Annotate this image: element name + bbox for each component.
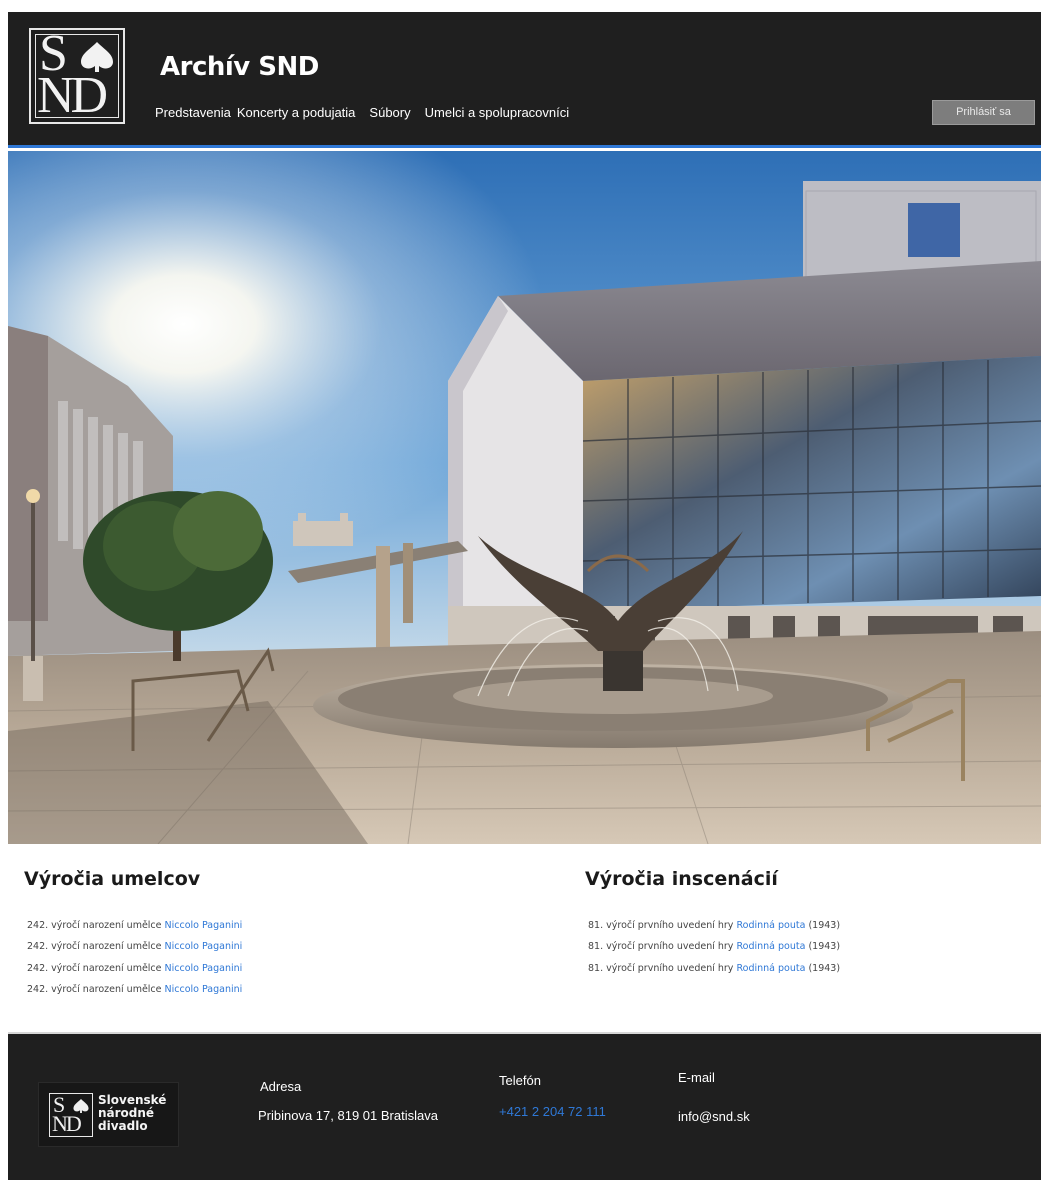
phone-label: Telefón [499,1073,541,1088]
artist-link[interactable]: Niccolo Paganini [165,984,243,995]
email-label: E-mail [678,1070,715,1085]
login-button[interactable]: Prihlásiť sa [932,100,1035,125]
artist-link[interactable]: Niccolo Paganini [165,941,243,952]
productions-anniversaries-list: 81. výročí prvního uvedení hry Rodinná p… [588,915,840,979]
nav-item-umelci[interactable]: Umelci a spolupracovníci [425,105,570,120]
logo-letters-nd: ND [37,67,108,124]
address-value: Pribinova 17, 819 01 Bratislava [258,1108,438,1123]
footer-logo-mark: S ND [49,1092,93,1137]
list-item: 242. výročí narození umělce Niccolo Paga… [27,920,243,931]
theatre-photo [8,151,1041,844]
nav-item-koncerty[interactable]: Koncerty a podujatia [237,105,356,120]
site-header: S ND Archív SND Predstavenia Koncerty a … [8,12,1041,148]
artists-anniversaries-title: Výročia umelcov [24,868,201,890]
footer-logo-text: Slovenské národné divadlo [98,1093,167,1133]
nav-item-predstavenia[interactable]: Predstavenia [155,105,231,120]
footer-logo-letters-nd: ND [52,1111,82,1136]
production-link[interactable]: Rodinná pouta [736,963,805,974]
production-link[interactable]: Rodinná pouta [736,941,805,952]
nav-item-subory[interactable]: Súbory [369,105,410,120]
list-item: 242. výročí narození umělce Niccolo Paga… [27,962,243,974]
artist-link[interactable]: Niccolo Paganini [165,920,243,931]
email-link[interactable]: info@snd.sk [678,1109,750,1124]
page-title: Archív SND [160,52,319,82]
hero-image [8,151,1041,844]
artists-anniversaries-list: 242. výročí narození umělce Niccolo Paga… [27,915,242,1000]
list-item: 81. výročí prvního uvedení hry Rodinná p… [588,920,841,931]
list-item: 242. výročí narození umělce Niccolo Paga… [27,983,243,995]
production-link[interactable]: Rodinná pouta [736,920,805,931]
main-nav: Predstavenia Koncerty a podujatia Súbory… [155,105,569,120]
artist-link[interactable]: Niccolo Paganini [165,963,243,974]
list-item: 81. výročí prvního uvedení hry Rodinná p… [588,941,841,953]
phone-link[interactable]: +421 2 204 72 111 [499,1104,606,1119]
footer-logo[interactable]: S ND Slovenské národné divadlo [38,1082,179,1147]
address-label: Adresa [260,1079,302,1094]
site-footer: S ND Slovenské národné divadlo Adresa Pr… [8,1034,1041,1180]
snd-logo[interactable]: S ND [29,28,125,124]
productions-anniversaries-title: Výročia inscenácií [585,868,778,890]
logo-letters: S ND [37,28,117,122]
list-item: 81. výročí prvního uvedení hry Rodinná p… [588,962,841,974]
list-item: 242. výročí narození umělce Niccolo Paga… [27,941,243,953]
